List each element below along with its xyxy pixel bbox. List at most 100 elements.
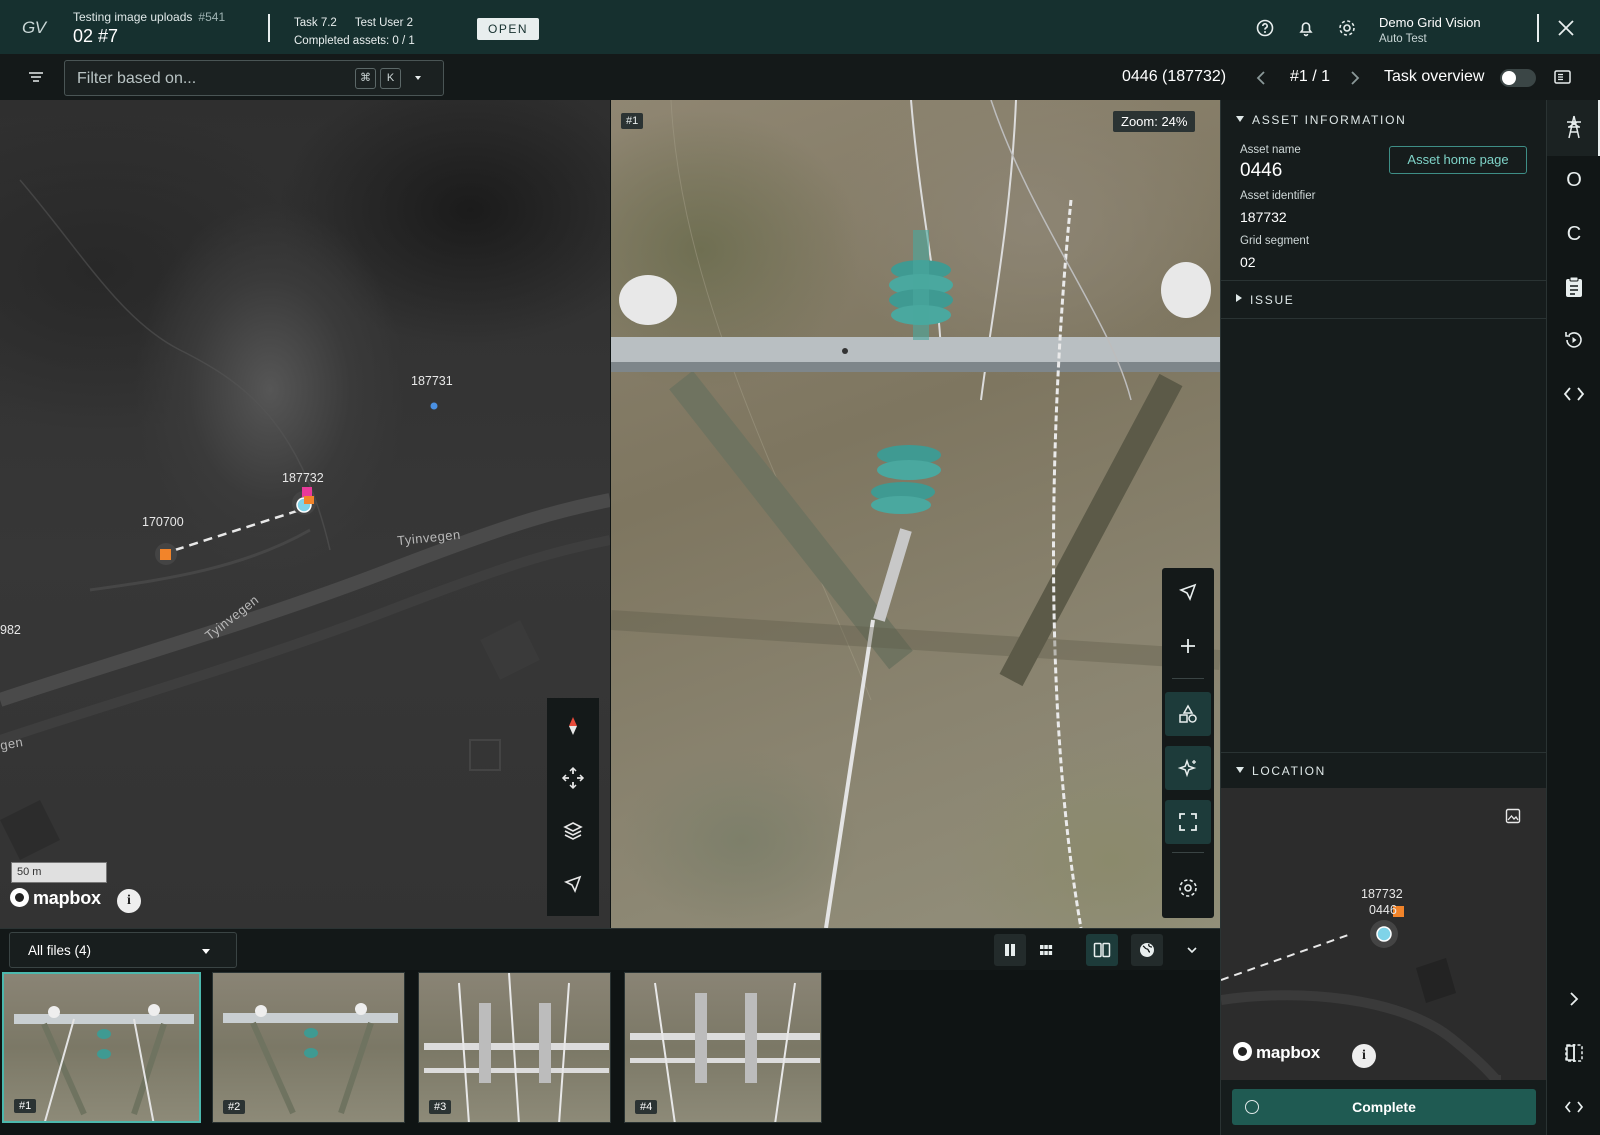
chevron-right-icon[interactable]	[1350, 70, 1360, 86]
filter-input[interactable]	[77, 69, 347, 89]
project-info: Testing image uploads #541 02 #7	[73, 10, 225, 47]
complete-label: Complete	[1352, 1099, 1416, 1115]
user-org: Auto Test	[1379, 33, 1427, 45]
pylon-icon[interactable]	[1561, 114, 1587, 140]
app-logo[interactable]: GV	[22, 18, 46, 38]
layers-icon[interactable]	[561, 819, 585, 843]
asset-home-page-button[interactable]: Asset home page	[1389, 146, 1527, 174]
grid-segment-label: Grid segment	[1240, 235, 1310, 247]
compass-icon[interactable]	[561, 714, 585, 738]
ai-sparkle-icon[interactable]	[1165, 746, 1211, 790]
files-filter-select[interactable]: All files (4)	[9, 932, 237, 968]
panel-icon[interactable]	[1554, 70, 1571, 84]
mapbox-text: mapbox	[1256, 1043, 1320, 1062]
completed-assets: Completed assets: 0 / 1	[294, 35, 415, 47]
chevron-down-icon[interactable]	[1176, 934, 1208, 966]
gear-icon[interactable]	[1337, 18, 1357, 38]
segment-label: 02 #7	[73, 26, 119, 46]
viewer-tools	[1162, 568, 1214, 918]
project-number: #541	[198, 10, 226, 24]
pole-label: 187731	[411, 374, 453, 388]
close-icon[interactable]	[1556, 18, 1576, 38]
image-index-badge: #1	[621, 113, 644, 129]
top-bar: GV Testing image uploads #541 02 #7 Task …	[0, 0, 1600, 54]
task-name: Task 7.2	[294, 17, 337, 29]
task-user: Test User 2	[354, 17, 413, 29]
task-overview-label: Task overview	[1384, 68, 1485, 85]
status-badge: OPEN	[477, 18, 539, 40]
divider	[1221, 318, 1546, 319]
letter-c-icon[interactable]: C	[1561, 221, 1587, 247]
viewer-settings-icon[interactable]	[1165, 866, 1211, 910]
add-tool-icon[interactable]	[1165, 624, 1211, 668]
shapes-tool-icon[interactable]	[1165, 692, 1211, 736]
thumbnail-label: #1	[14, 1099, 37, 1113]
right-rail: O C	[1546, 100, 1600, 1135]
user-menu[interactable]: Demo Grid Vision Auto Test	[1379, 15, 1481, 47]
thumbnail-label: #4	[635, 1100, 658, 1114]
chevron-left-icon[interactable]	[1256, 70, 1266, 86]
expand-right-icon[interactable]	[1561, 986, 1587, 1012]
thumbnail[interactable]: #2	[212, 972, 405, 1123]
status-circle-icon	[1245, 1100, 1259, 1114]
files-filter-value: All files (4)	[28, 943, 92, 958]
recenter-icon[interactable]	[561, 766, 585, 790]
code-icon[interactable]	[1561, 381, 1587, 407]
pointer-tool-icon[interactable]	[1165, 570, 1211, 614]
task-overview-toggle[interactable]	[1500, 69, 1536, 87]
globe-icon[interactable]	[1131, 934, 1163, 966]
divider	[1172, 678, 1204, 679]
info-icon[interactable]: i	[1352, 1044, 1376, 1068]
complete-button[interactable]: Complete	[1232, 1089, 1536, 1125]
image-layer-icon[interactable]	[1505, 808, 1521, 824]
image-viewer[interactable]	[611, 100, 1220, 928]
chevron-down-icon[interactable]	[415, 76, 421, 80]
map-background	[0, 179, 610, 860]
pole-photo	[611, 100, 1220, 928]
filter-box[interactable]: ⌘ K	[64, 60, 444, 96]
split-panel-icon[interactable]	[1086, 934, 1118, 966]
shortcut-cmd-key: ⌘	[355, 68, 376, 89]
divider	[1172, 852, 1204, 853]
clipboard-icon[interactable]	[1561, 274, 1587, 300]
thumbnail[interactable]: #4	[624, 972, 822, 1123]
minimap-background	[1221, 906, 1502, 1080]
map-controls	[547, 698, 599, 916]
history-icon[interactable]	[1561, 327, 1587, 353]
sort-icon[interactable]	[28, 70, 44, 84]
collapse-code-icon[interactable]	[1561, 1094, 1587, 1120]
pole-label: 187732	[282, 471, 324, 485]
grid-view-icon[interactable]	[1030, 934, 1062, 966]
shortcut-k-key: K	[380, 68, 401, 89]
minimap-asset-name: 0446	[1369, 903, 1397, 917]
location-minimap[interactable]: 187732 0446 mapbox i	[1221, 788, 1546, 1080]
help-icon[interactable]	[1255, 18, 1275, 38]
thumbnail[interactable]: #1	[2, 972, 201, 1123]
info-icon[interactable]: i	[117, 889, 141, 913]
current-asset-title: 0446 (187732)	[1122, 68, 1227, 85]
fullscreen-icon[interactable]	[1165, 800, 1211, 844]
select-arrow-icon[interactable]	[561, 872, 585, 896]
toolbar: ⌘ K 0446 (187732) #1 / 1 Task overview	[0, 54, 1600, 100]
zoom-level: Zoom: 24%	[1113, 111, 1196, 132]
task-info: Task 7.2 Test User 2 Completed assets: 0 …	[294, 14, 431, 50]
asset-identifier-value: 187732	[1240, 209, 1287, 225]
split-view-icon[interactable]	[1561, 1040, 1587, 1066]
location-header[interactable]: LOCATION	[1236, 764, 1326, 778]
divider	[1537, 14, 1539, 42]
single-column-view-icon[interactable]	[994, 934, 1026, 966]
issue-header[interactable]: ISSUE	[1236, 293, 1295, 307]
thumbnail-label: #3	[429, 1100, 452, 1114]
map-panel[interactable]: 187731 187732 170700 982 Tyinvegen Tyinv…	[0, 100, 610, 928]
asset-identifier-label: Asset identifier	[1240, 190, 1316, 202]
section-title: ASSET INFORMATION	[1252, 113, 1407, 127]
thumbnail[interactable]: #3	[418, 972, 611, 1123]
divider	[268, 14, 270, 42]
bell-icon[interactable]	[1296, 18, 1316, 38]
grid-segment-value: 02	[1240, 254, 1256, 270]
mapbox-text: mapbox	[33, 888, 101, 908]
pole-label: 170700	[142, 515, 184, 529]
asset-information-header[interactable]: ASSET INFORMATION	[1236, 113, 1406, 127]
chevron-down-icon	[202, 949, 210, 954]
letter-o-icon[interactable]: O	[1561, 167, 1587, 193]
